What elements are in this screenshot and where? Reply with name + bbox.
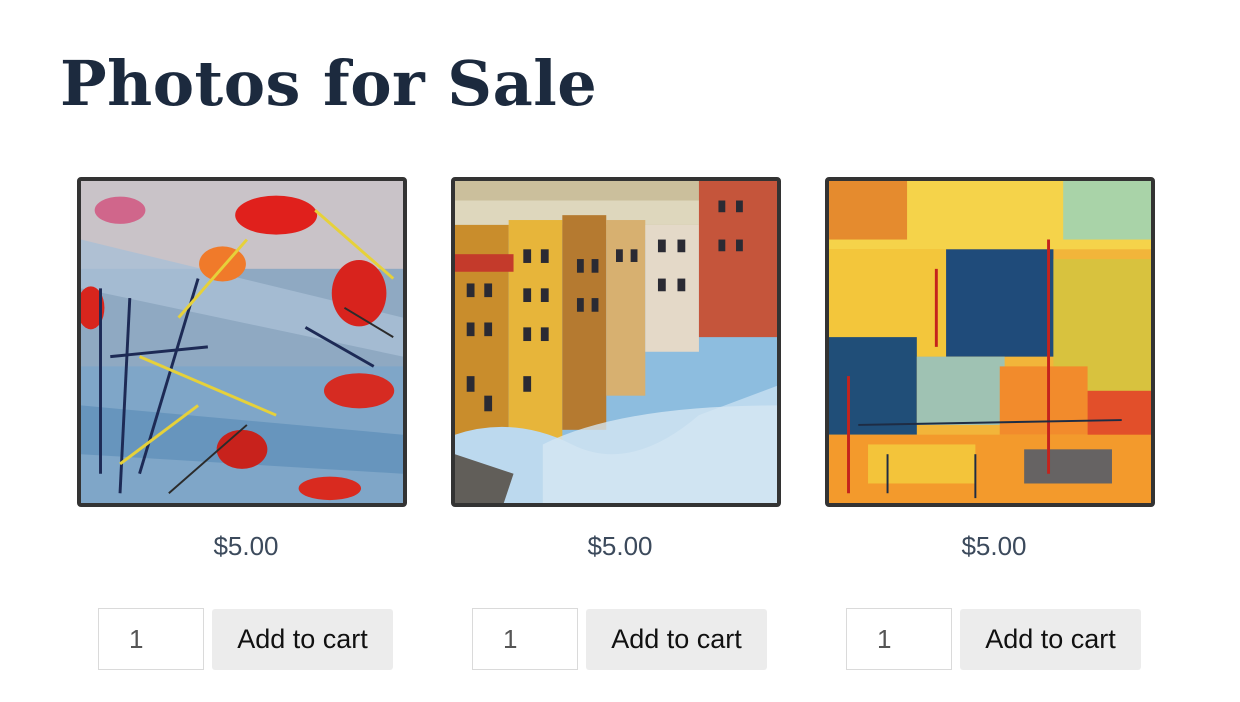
abstract-painting-image: [81, 181, 403, 503]
add-to-cart-button[interactable]: Add to cart: [212, 609, 393, 670]
add-to-cart-button[interactable]: Add to cart: [960, 609, 1141, 670]
color-block-painting-image: [829, 181, 1151, 503]
product-price: $5.00: [213, 531, 279, 561]
product-image[interactable]: [825, 177, 1155, 507]
product-price: $5.00: [961, 531, 1027, 561]
page-title: Photos for Sale: [60, 47, 598, 120]
reflection-painting-image: [455, 181, 777, 503]
quantity-input[interactable]: [472, 608, 578, 670]
product-card: $5.00 Add to cart: [76, 177, 416, 677]
quantity-input[interactable]: [846, 608, 952, 670]
quantity-input[interactable]: [98, 608, 204, 670]
product-image[interactable]: [77, 177, 407, 507]
product-card: $5.00 Add to cart: [450, 177, 790, 677]
product-price: $5.00: [587, 531, 653, 561]
product-image[interactable]: [451, 177, 781, 507]
product-grid: $5.00 Add to cart: [0, 177, 1240, 697]
add-to-cart-button[interactable]: Add to cart: [586, 609, 767, 670]
product-card: $5.00 Add to cart: [824, 177, 1164, 677]
